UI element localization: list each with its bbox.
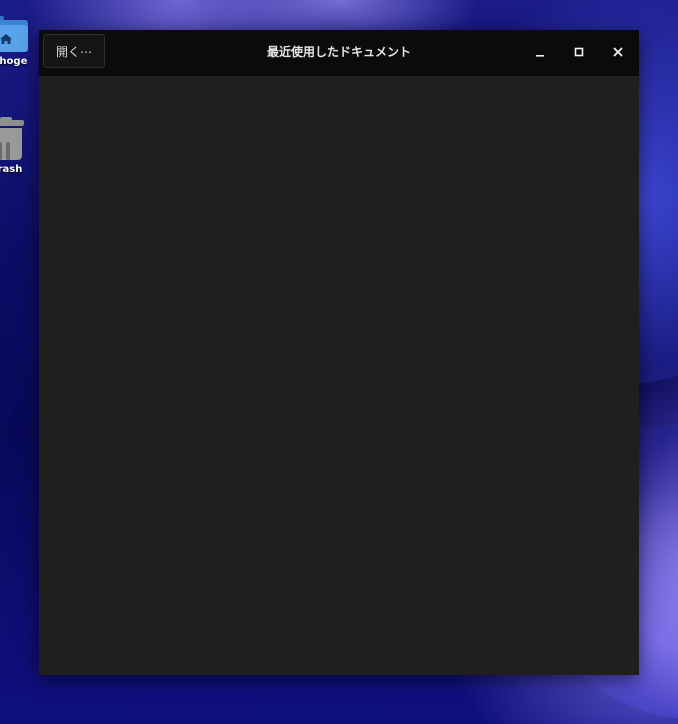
close-icon bbox=[613, 47, 623, 57]
house-glyph-icon bbox=[0, 34, 12, 44]
minimize-button[interactable] bbox=[526, 38, 554, 66]
maximize-icon bbox=[574, 47, 584, 57]
maximize-button[interactable] bbox=[565, 38, 593, 66]
desktop-icon-label: ehoge bbox=[0, 56, 28, 67]
recent-documents-list-area bbox=[39, 76, 639, 675]
desktop-icon-home[interactable]: ehoge bbox=[0, 16, 40, 67]
home-folder-icon bbox=[0, 16, 28, 52]
desktop-icon-trash[interactable]: rash bbox=[0, 117, 40, 175]
window-headerbar[interactable]: 開く⋯ 最近使用したドキュメント bbox=[39, 30, 639, 76]
trash-icon bbox=[0, 117, 30, 160]
desktop-icon-label: rash bbox=[0, 164, 23, 175]
recent-documents-window: 開く⋯ 最近使用したドキュメント bbox=[39, 30, 639, 675]
close-button[interactable] bbox=[604, 38, 632, 66]
minimize-icon bbox=[536, 55, 544, 57]
